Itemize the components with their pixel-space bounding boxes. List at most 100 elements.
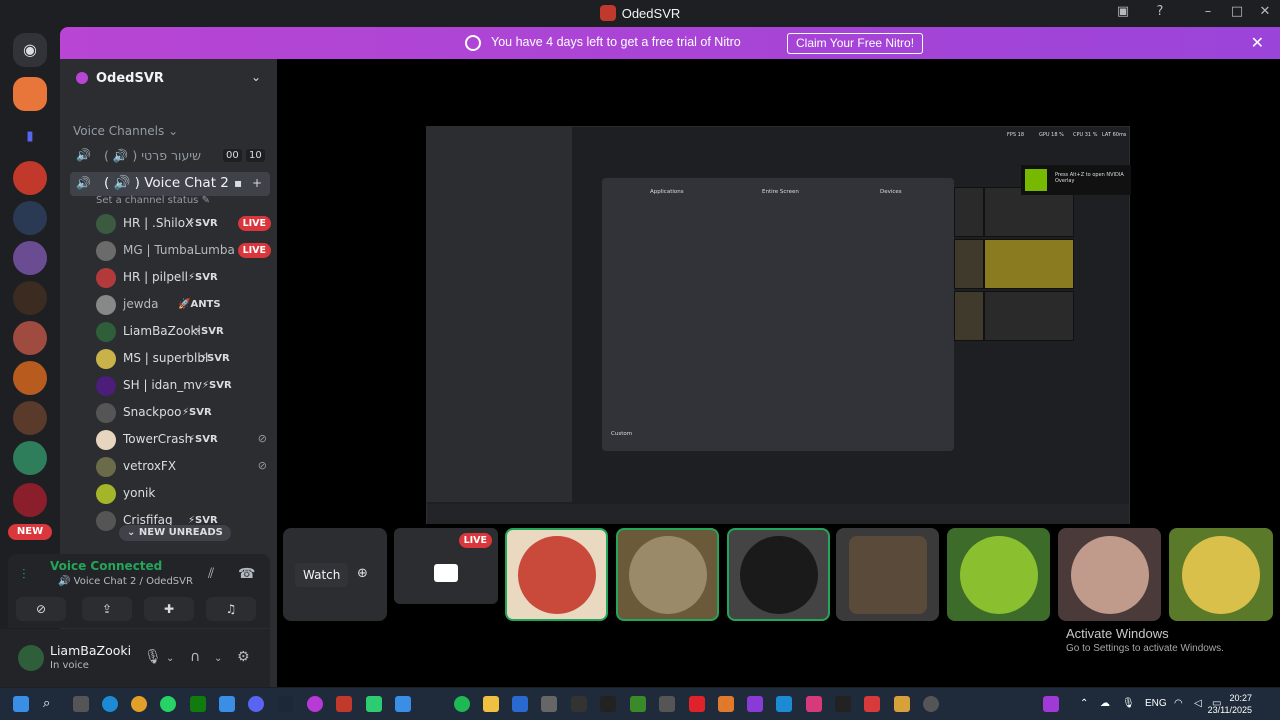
app-icon[interactable] <box>307 696 323 712</box>
voice-channel-private[interactable]: 🔊 ( 🔊 ) שיעור פרטי 00 10 <box>70 144 270 168</box>
chevron-down-icon[interactable]: ⌄ <box>214 653 222 664</box>
voice-user[interactable]: Snackpoo ⚡SVR <box>96 400 271 426</box>
steam-icon[interactable] <box>277 696 293 712</box>
watch-button[interactable]: Watch <box>295 563 349 587</box>
claim-nitro-button[interactable]: Claim Your Free Nitro! <box>787 33 924 54</box>
spotify-icon[interactable] <box>454 696 470 712</box>
discord-home-icon[interactable]: ◉ <box>13 33 47 67</box>
voice-user[interactable]: LiamBaZooki ⚡SVR <box>96 319 271 345</box>
tray-chevron-icon[interactable]: ⌃ <box>1080 698 1088 709</box>
windows-start-icon[interactable] <box>13 696 29 712</box>
new-unreads-pill[interactable]: ⌄ NEW UNREADS <box>119 525 231 541</box>
app-icon[interactable] <box>512 696 528 712</box>
signal-icon[interactable]: ⫶ <box>22 567 26 583</box>
task-view-icon[interactable] <box>73 696 89 712</box>
voice-user[interactable]: MS | superblbl ⚡SVR <box>96 346 271 372</box>
discord-icon[interactable] <box>248 696 264 712</box>
close-banner-icon[interactable]: ✕ <box>1251 33 1264 52</box>
settings-gear-icon[interactable]: ⚙ <box>237 649 250 665</box>
microphone-icon[interactable]: 🎙 <box>144 649 162 665</box>
participant-tile[interactable] <box>1169 528 1273 621</box>
server-6[interactable] <box>13 361 47 395</box>
language-indicator[interactable]: ENG <box>1145 698 1167 709</box>
chevron-down-icon[interactable]: ⌄ <box>166 653 174 664</box>
voice-user[interactable]: vetroxFX ⊘ <box>96 454 271 480</box>
app-icon[interactable] <box>718 696 734 712</box>
app-icon[interactable] <box>776 696 792 712</box>
stream-video[interactable]: Applications Entire Screen Devices Custo… <box>426 126 1131 524</box>
server-tootie-frutti[interactable] <box>13 77 47 111</box>
voice-status[interactable]: Voice Connected <box>50 559 162 573</box>
epic-games-icon[interactable] <box>835 696 851 712</box>
whatsapp-icon[interactable] <box>160 696 176 712</box>
app-icon[interactable] <box>659 696 675 712</box>
voice-location[interactable]: 🔊 Voice Chat 2 / OdedSVR <box>58 576 193 587</box>
voice-user[interactable]: HR | .ShiloX ⚡SVR LIVE <box>96 211 271 237</box>
server-9[interactable] <box>13 483 47 517</box>
avatar[interactable] <box>18 645 44 671</box>
voice-user[interactable]: yonik <box>96 481 271 507</box>
participant-tile[interactable] <box>1058 528 1161 621</box>
clock[interactable]: 20:27 23/11/2025 <box>1208 692 1252 716</box>
server-svr[interactable] <box>13 161 47 195</box>
camera-off-button[interactable]: ⊘ <box>16 597 66 621</box>
app-icon[interactable] <box>894 696 910 712</box>
app-icon[interactable] <box>864 696 880 712</box>
wifi-icon[interactable]: ◠ <box>1174 698 1183 709</box>
activities-button[interactable]: ✚ <box>144 597 194 621</box>
heart-app-icon[interactable] <box>689 696 705 712</box>
server-2[interactable] <box>13 201 47 235</box>
cloud-icon[interactable]: ☁ <box>1100 698 1110 709</box>
maximize-button[interactable]: □ <box>1227 4 1247 22</box>
minimize-button[interactable]: – <box>1198 4 1218 22</box>
server-3[interactable] <box>13 241 47 275</box>
server-5[interactable] <box>13 321 47 355</box>
voice-channel-vc2[interactable]: 🔊 ( 🔊 ) Voice Chat 2 ▪ + <box>70 172 270 196</box>
noise-suppression-icon[interactable]: ⫽ <box>208 566 214 582</box>
capcut-icon[interactable] <box>600 696 616 712</box>
voice-user[interactable]: SH | idan_mv ⚡SVR <box>96 373 271 399</box>
mic-tray-icon[interactable]: 🎙 <box>1122 698 1135 709</box>
participant-tile[interactable] <box>947 528 1050 621</box>
folder-icon[interactable]: ▮ <box>13 120 47 154</box>
add-user-icon[interactable]: + <box>252 176 262 190</box>
server-8[interactable] <box>13 441 47 475</box>
voice-user[interactable]: HR | pilpell ⚡SVR <box>96 265 271 291</box>
chrome-icon[interactable] <box>131 696 147 712</box>
disconnect-icon[interactable]: ☎ <box>238 566 255 582</box>
app-icon[interactable] <box>923 696 939 712</box>
app-icon[interactable] <box>571 696 587 712</box>
participant-tile[interactable] <box>616 528 719 621</box>
voice-user[interactable]: jewda 🚀ANTS <box>96 292 271 318</box>
headphones-icon[interactable]: ∩ <box>190 649 200 665</box>
app-icon[interactable] <box>219 696 235 712</box>
share-screen-button[interactable]: ⇪ <box>82 597 132 621</box>
chevron-down-icon[interactable]: ⌄ <box>251 70 261 84</box>
calculator-icon[interactable] <box>395 696 411 712</box>
live-stream-tile[interactable]: LIVE <box>394 528 498 604</box>
app-icon[interactable] <box>806 696 822 712</box>
app-icon[interactable] <box>366 696 382 712</box>
channel-status-placeholder[interactable]: Set a channel status ✎ <box>96 195 210 206</box>
help-icon[interactable]: ? <box>1150 4 1170 22</box>
participant-tile[interactable] <box>505 528 608 621</box>
soundboard-button[interactable]: ♫ <box>206 597 256 621</box>
server-4[interactable] <box>13 281 47 315</box>
volume-icon[interactable]: ◁ <box>1194 698 1202 709</box>
voice-user[interactable]: TowerCrash ⚡SVR ⊘ <box>96 427 271 453</box>
guild-header[interactable]: OdedSVR ⌄ <box>60 59 277 97</box>
participant-tile[interactable] <box>836 528 939 621</box>
tray-app-icon[interactable] <box>1043 696 1059 712</box>
close-window-button[interactable]: ✕ <box>1255 4 1275 22</box>
server-7[interactable] <box>13 401 47 435</box>
inbox-icon[interactable]: ▣ <box>1113 4 1133 22</box>
file-explorer-icon[interactable] <box>483 696 499 712</box>
popout-icon[interactable]: ⊕ <box>357 566 368 581</box>
xbox-icon[interactable] <box>190 696 206 712</box>
edge-icon[interactable] <box>102 696 118 712</box>
chat-icon[interactable]: ▪ <box>234 176 242 190</box>
minecraft-icon[interactable] <box>630 696 646 712</box>
new-servers-pill[interactable]: NEW <box>8 524 52 540</box>
youtube-icon[interactable] <box>336 696 352 712</box>
voice-user[interactable]: MG | TumbaLumba LIVE <box>96 238 271 264</box>
